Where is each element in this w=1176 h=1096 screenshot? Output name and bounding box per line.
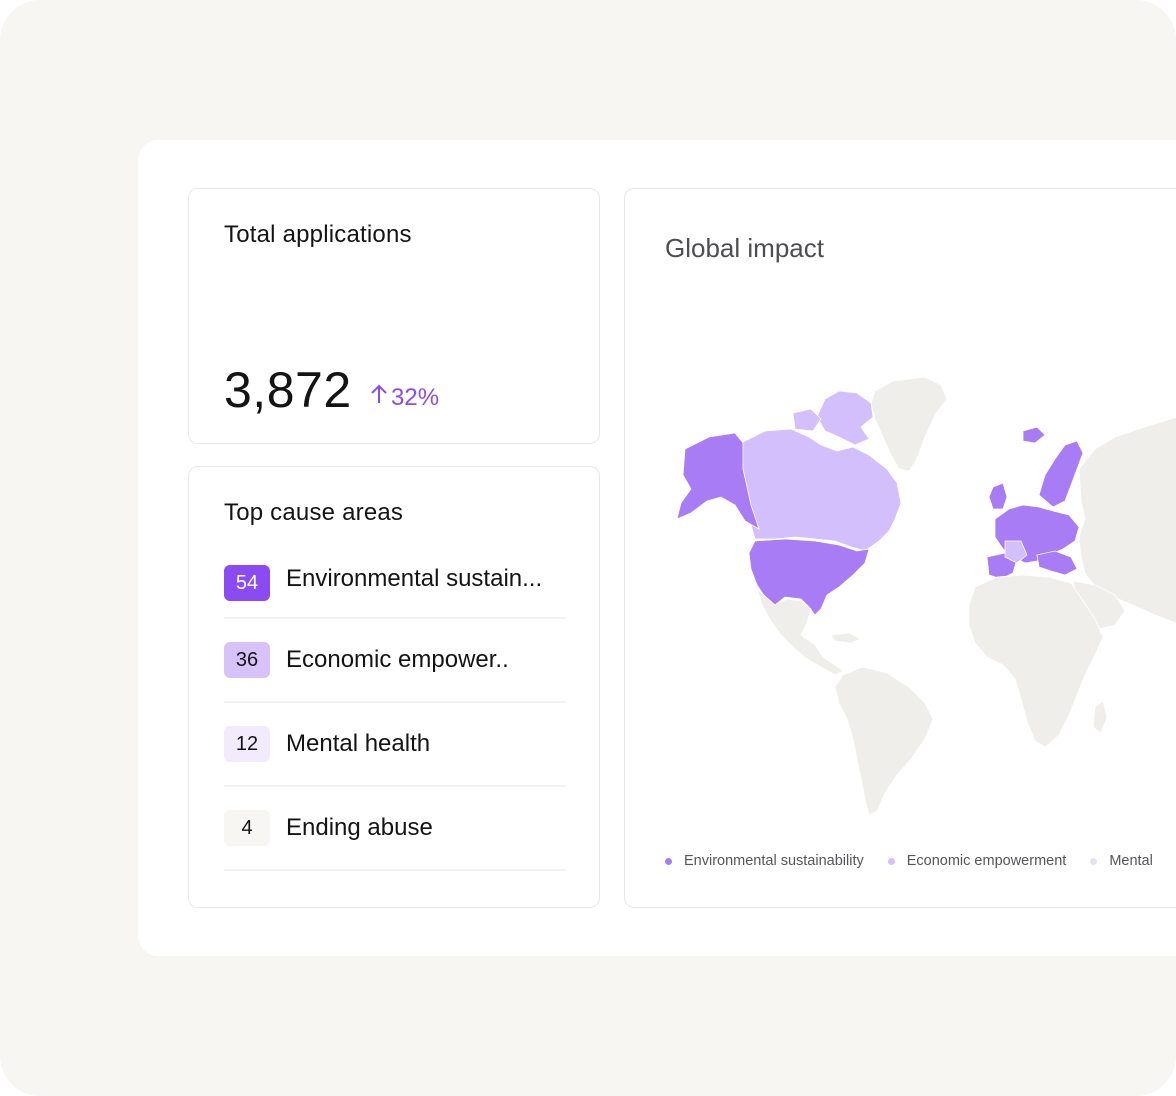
top-cause-areas-card: Top cause areas 54 Environmental sustain… (188, 466, 600, 908)
map-region-mexico[interactable] (756, 587, 844, 676)
page-background: Total applications 3,872 32% Top cause a… (0, 0, 1176, 1096)
total-applications-title: Total applications (224, 221, 412, 248)
cause-label: Environmental sustain... (286, 565, 543, 592)
cause-row-mental-health[interactable]: 12 Mental health (224, 703, 566, 787)
legend-dot (887, 857, 895, 865)
cause-count-badge: 12 (224, 726, 270, 762)
dashboard-panel: Total applications 3,872 32% Top cause a… (138, 140, 1176, 956)
legend-label: Economic empowerment (906, 853, 1067, 869)
cause-count-badge: 36 (224, 642, 270, 678)
global-impact-title: Global impact (665, 233, 824, 263)
map-region-caribbean[interactable] (830, 632, 862, 644)
growth-percentage: 32% (391, 383, 440, 411)
cause-row-environmental[interactable]: 54 Environmental sustain... (224, 563, 566, 619)
cause-row-ending-abuse[interactable]: 4 Ending abuse (224, 787, 566, 871)
map-region-iceland[interactable] (1022, 426, 1046, 444)
map-region-madagascar[interactable] (1092, 700, 1108, 734)
arrow-up-icon (369, 383, 389, 412)
map-region-balkans[interactable] (1036, 550, 1078, 576)
legend-label: Environmental sustainability (684, 853, 864, 869)
map-region-greenland[interactable] (870, 376, 948, 472)
cause-count-badge: 54 (224, 565, 270, 601)
cause-label: Economic empower.. (286, 646, 509, 673)
total-applications-card: Total applications 3,872 32% (188, 188, 600, 444)
cause-count-badge: 4 (224, 810, 270, 846)
map-region-africa[interactable] (968, 574, 1104, 748)
legend-item-mental[interactable]: Mental (1090, 853, 1153, 869)
cause-label: Ending abuse (286, 814, 433, 841)
legend-item-environmental[interactable]: Environmental sustainability (665, 853, 864, 869)
legend-dot (1090, 857, 1098, 865)
map-region-arctic-islands-west[interactable] (792, 408, 822, 432)
growth-indicator: 32% (369, 383, 439, 412)
map-region-arctic-islands[interactable] (816, 390, 874, 446)
cause-label: Mental health (286, 730, 431, 757)
legend-label: Mental (1109, 853, 1153, 869)
cause-list: 54 Environmental sustain... 36 Economic … (224, 563, 566, 871)
map-legend: Environmental sustainability Economic em… (665, 853, 1153, 869)
legend-item-economic[interactable]: Economic empowerment (887, 853, 1067, 869)
map-region-south-america[interactable] (834, 666, 934, 816)
world-map (676, 376, 1176, 816)
legend-dot (665, 857, 672, 865)
total-applications-value: 3,872 (224, 362, 352, 418)
global-impact-card: Global impact Environmental sustainabili… (624, 188, 1176, 908)
map-region-scandinavia[interactable] (1038, 440, 1084, 508)
top-cause-areas-title: Top cause areas (224, 499, 404, 526)
map-region-canada[interactable] (740, 428, 902, 552)
cause-row-economic[interactable]: 36 Economic empower.. (224, 619, 566, 703)
map-region-uk[interactable] (988, 482, 1008, 510)
